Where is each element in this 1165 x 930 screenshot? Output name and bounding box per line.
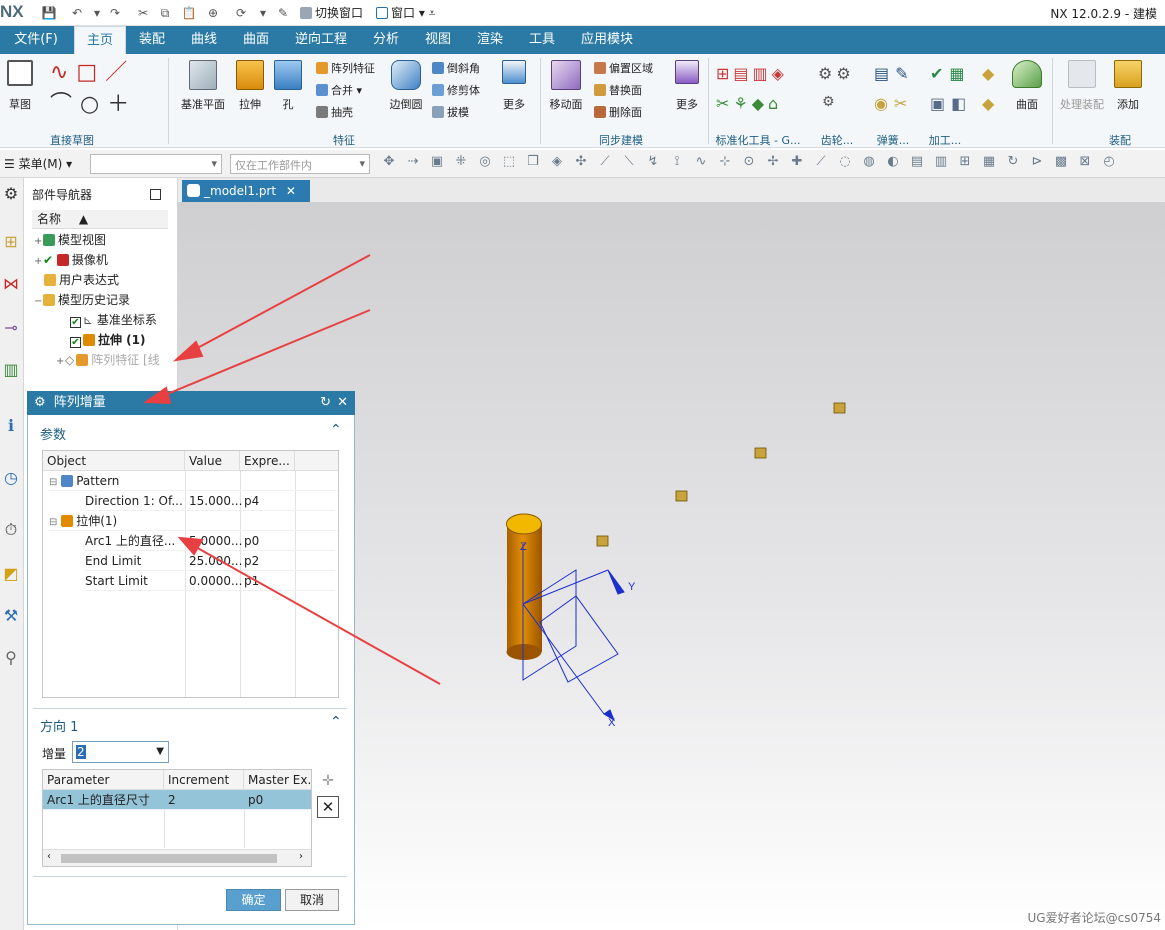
annotation-arrows (143, 254, 441, 685)
